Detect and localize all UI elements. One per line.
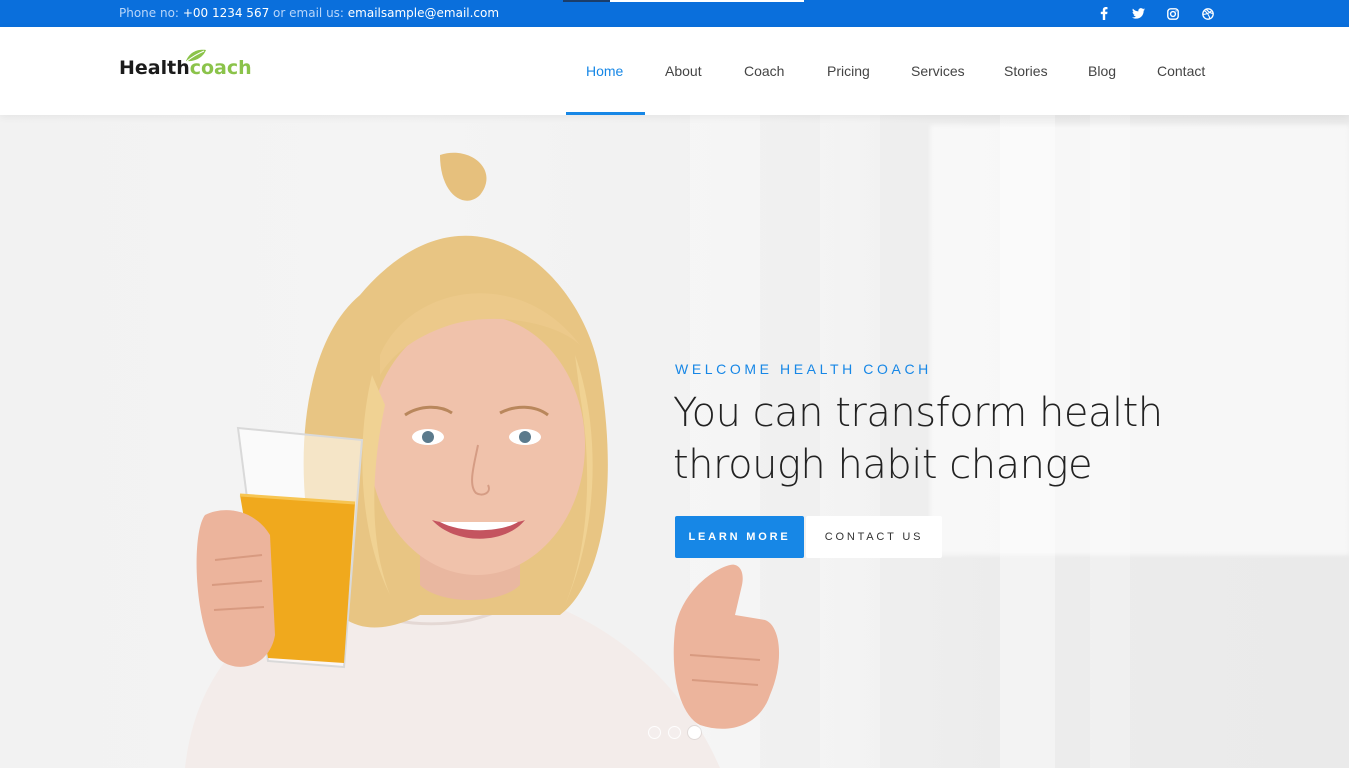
active-nav-indicator: [566, 112, 645, 115]
or-text: or: [273, 6, 286, 20]
nav-blog[interactable]: Blog: [1088, 27, 1116, 115]
site-logo[interactable]: Healthcoach: [119, 49, 252, 79]
slider-dot-1[interactable]: [648, 726, 661, 739]
email-address[interactable]: emailsample@email.com: [348, 6, 499, 20]
phone-label: Phone no:: [119, 6, 179, 20]
slider-dot-2[interactable]: [668, 726, 681, 739]
top-tab-strip: [563, 0, 804, 2]
leaf-icon: [186, 49, 206, 62]
hero-headline: You can transform health through habit c…: [673, 390, 1163, 488]
logo-text-health: Health: [119, 57, 190, 79]
instagram-icon[interactable]: [1164, 5, 1182, 22]
facebook-icon[interactable]: [1095, 5, 1113, 22]
learn-more-button[interactable]: LEARN MORE: [675, 516, 804, 558]
topbar-contact-info: Phone no: +00 1234 567 or email us: emai…: [119, 6, 499, 20]
slider-dot-3[interactable]: [688, 726, 701, 739]
nav-contact[interactable]: Contact: [1157, 27, 1205, 115]
dribbble-icon[interactable]: [1199, 5, 1217, 22]
site-header: Healthcoach Home About Coach Pricing Ser…: [0, 27, 1349, 115]
nav-services[interactable]: Services: [911, 27, 965, 115]
twitter-icon[interactable]: [1129, 5, 1147, 22]
phone-number[interactable]: +00 1234 567: [183, 6, 269, 20]
hero-eyebrow: WELCOME HEALTH COACH: [675, 361, 932, 377]
email-label: email us:: [289, 6, 344, 20]
top-bar: Phone no: +00 1234 567 or email us: emai…: [0, 0, 1349, 27]
contact-us-button[interactable]: CONTACT US: [806, 516, 942, 558]
nav-pricing[interactable]: Pricing: [827, 27, 870, 115]
nav-coach[interactable]: Coach: [744, 27, 784, 115]
hero-slider: WELCOME HEALTH COACH You can transform h…: [0, 115, 1349, 768]
nav-about[interactable]: About: [665, 27, 702, 115]
nav-stories[interactable]: Stories: [1004, 27, 1048, 115]
nav-home[interactable]: Home: [586, 27, 623, 115]
